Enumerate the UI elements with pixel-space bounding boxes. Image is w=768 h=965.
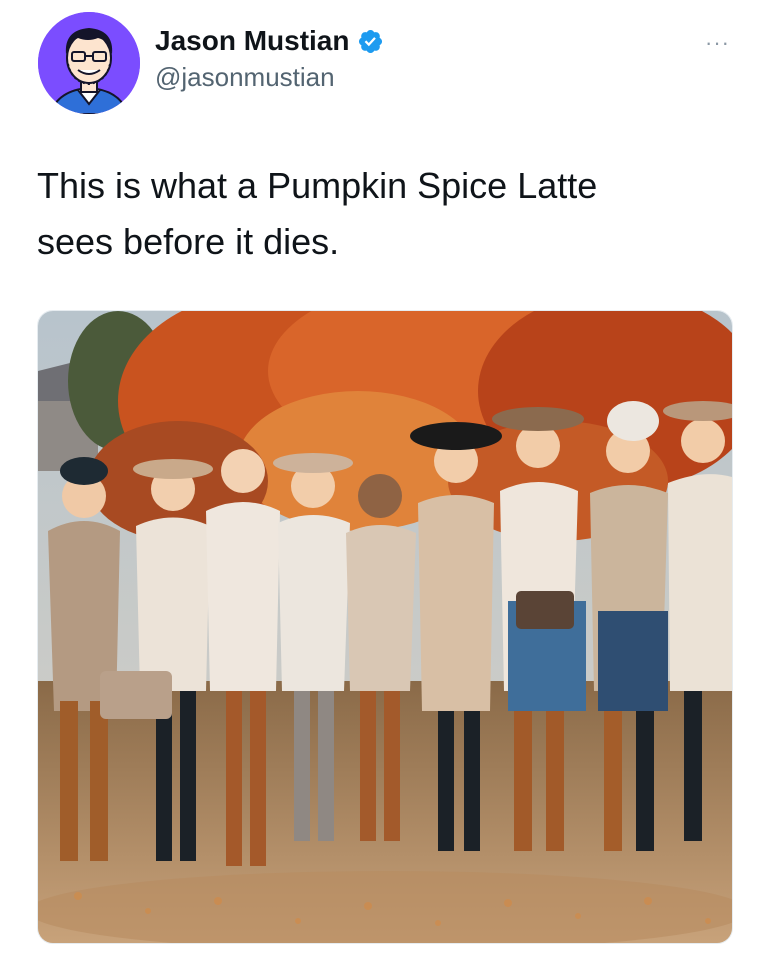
verified-badge-icon [359,29,383,53]
name-row: Jason Mustian [155,24,384,58]
photo-image [38,311,732,943]
author-handle[interactable]: @jasonmustian [155,61,384,93]
more-options-icon[interactable]: ··· [705,30,730,56]
author-display-name[interactable]: Jason Mustian [155,24,349,58]
avatar-illustration [38,12,140,114]
tweet-card: Jason Mustian @jasonmustian ··· This is … [0,0,768,965]
avatar[interactable] [38,12,140,114]
tweet-photo[interactable] [37,310,733,944]
author-block: Jason Mustian @jasonmustian [155,24,384,93]
tweet-text: This is what a Pumpkin Spice Latte sees … [37,165,598,262]
